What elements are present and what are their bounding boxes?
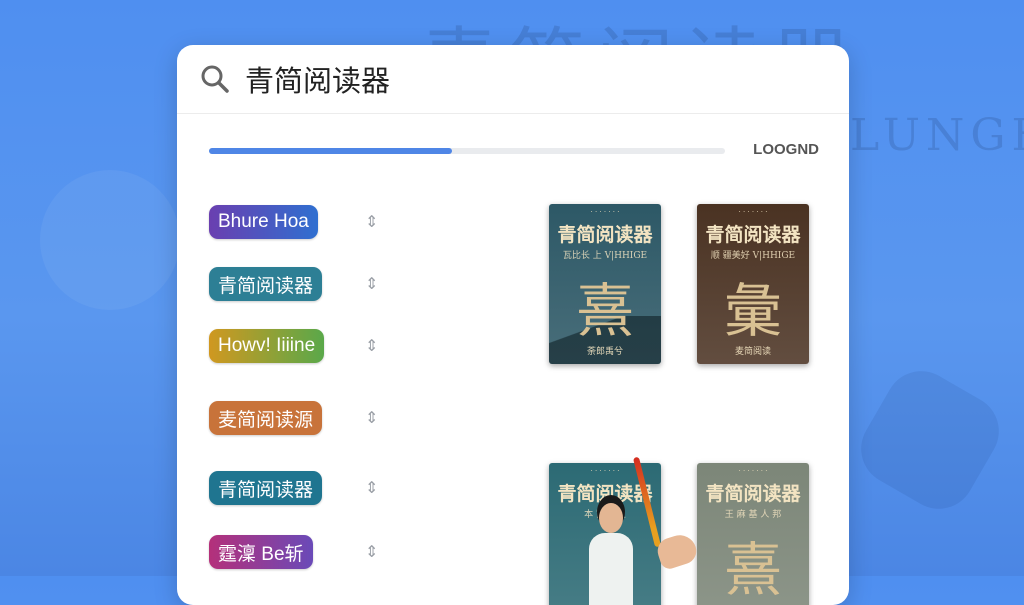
book-subtitle: 瓦比长 上 V|HHIGE: [562, 251, 648, 261]
drag-handle-icon[interactable]: ⇕: [365, 478, 378, 498]
source-chip[interactable]: 青简阅读器: [209, 267, 323, 301]
source-item[interactable]: 麦简阅读源 ⇕: [209, 401, 409, 437]
progress-label: LOOGND: [753, 141, 819, 158]
search-bar: [177, 45, 849, 114]
progress-row: LOOGND: [209, 141, 821, 161]
drag-handle-icon[interactable]: ⇕: [365, 336, 378, 356]
source-item[interactable]: Bhure Hoa ⇕: [209, 205, 409, 241]
search-icon[interactable]: [199, 63, 231, 95]
drag-handle-icon[interactable]: ⇕: [365, 542, 378, 562]
book-person-art: [583, 503, 639, 605]
source-item[interactable]: 霆澟 Be斩 ⇕: [209, 535, 409, 571]
source-item[interactable]: 青简阅读器 ⇕: [209, 471, 409, 507]
book-title: 青简阅读器: [557, 224, 653, 246]
background-shape: [40, 170, 180, 310]
source-chip[interactable]: 青简阅读器: [209, 471, 323, 505]
book-title: 青简阅读器: [705, 483, 801, 505]
source-item[interactable]: Howv! Iiiine ⇕: [209, 329, 409, 365]
progress-fill: [209, 148, 452, 154]
source-chip[interactable]: Bhure Hoa: [209, 205, 318, 239]
book-subtitle: 顺 疆美好 V|HHIGE: [710, 251, 796, 261]
drag-handle-icon[interactable]: ⇕: [365, 408, 378, 428]
background-shape: [848, 358, 1012, 522]
book-title: 青简阅读器: [705, 224, 801, 246]
book-cover[interactable]: · · · · · · · 青简阅读器王 麻 基 人 邦熹: [697, 463, 809, 605]
book-top-line: · · · · · · ·: [738, 208, 768, 216]
book-top-line: · · · · · · ·: [738, 467, 768, 475]
book-glyph: 熹: [723, 536, 782, 604]
main-panel: LOOGND Bhure Hoa⇕青简阅读器⇕Howv! Iiiine⇕麦简阅读…: [177, 45, 849, 605]
book-cover[interactable]: · · · · · · · 青简阅读器顺 疆美好 V|HHIGE 彙麦简阅读: [697, 204, 809, 364]
book-glyph: 熹: [575, 277, 634, 345]
progress-bar: [209, 148, 725, 154]
search-input[interactable]: [245, 62, 765, 96]
book-cover[interactable]: · · · · · · · 青简阅读器瓦比长 上 V|HHIGE 熹荼郎禹兮: [549, 204, 661, 364]
book-subtitle: 王 麻 基 人 邦: [724, 510, 782, 520]
background-subtitle: LUNGH: [850, 110, 1024, 161]
source-chip[interactable]: Howv! Iiiine: [209, 329, 325, 363]
book-top-line: · · · · · · ·: [590, 467, 620, 475]
book-footer: 荼郎禹兮: [586, 347, 623, 357]
source-chip[interactable]: 麦简阅读源: [209, 401, 323, 435]
drag-handle-icon[interactable]: ⇕: [365, 274, 378, 294]
book-footer: 麦简阅读: [734, 347, 771, 357]
drag-handle-icon[interactable]: ⇕: [365, 212, 378, 232]
source-chip[interactable]: 霆澟 Be斩: [209, 535, 313, 569]
book-glyph: 彙: [723, 277, 782, 345]
source-item[interactable]: 青简阅读器 ⇕: [209, 267, 409, 303]
book-top-line: · · · · · · ·: [590, 208, 620, 216]
